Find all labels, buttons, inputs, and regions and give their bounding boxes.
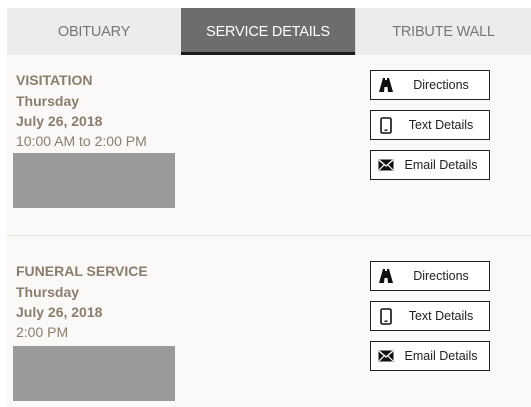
directions-label: Directions bbox=[413, 269, 469, 283]
tab-obituary[interactable]: OBITUARY bbox=[7, 8, 181, 55]
text-details-label: Text Details bbox=[408, 309, 474, 323]
service-tabs: OBITUARY SERVICE DETAILS TRIBUTE WALL bbox=[7, 8, 531, 55]
email-details-button[interactable]: Email Details bbox=[370, 341, 490, 371]
tab-tribute-wall[interactable]: TRIBUTE WALL bbox=[355, 8, 531, 55]
event-visitation: VISITATION Thursday July 26, 2018 10:00 … bbox=[16, 71, 147, 151]
envelope-icon bbox=[371, 151, 401, 179]
event-title: FUNERAL SERVICE bbox=[16, 263, 148, 279]
directions-label: Directions bbox=[413, 78, 469, 92]
event-title: VISITATION bbox=[16, 72, 93, 88]
event-date: July 26, 2018 bbox=[16, 113, 103, 129]
text-details-button[interactable]: Text Details bbox=[370, 110, 490, 140]
directions-button[interactable]: Directions bbox=[370, 70, 490, 100]
event-time: 2:00 PM bbox=[16, 324, 69, 340]
email-details-label: Email Details bbox=[404, 158, 478, 172]
image-placeholder bbox=[13, 346, 175, 401]
event-day: Thursday bbox=[16, 284, 80, 300]
road-icon bbox=[371, 71, 401, 99]
phone-icon bbox=[371, 111, 401, 139]
tab-service-details[interactable]: SERVICE DETAILS bbox=[181, 8, 355, 55]
road-icon bbox=[371, 262, 401, 290]
email-details-button[interactable]: Email Details bbox=[370, 150, 490, 180]
event-divider bbox=[7, 235, 531, 236]
email-details-label: Email Details bbox=[404, 349, 478, 363]
event-time: 10:00 AM to 2:00 PM bbox=[16, 133, 147, 149]
text-details-button[interactable]: Text Details bbox=[370, 301, 490, 331]
event-funeral-service: FUNERAL SERVICE Thursday July 26, 2018 2… bbox=[16, 262, 148, 342]
envelope-icon bbox=[371, 342, 401, 370]
event-date: July 26, 2018 bbox=[16, 304, 103, 320]
event-day: Thursday bbox=[16, 93, 80, 109]
text-details-label: Text Details bbox=[408, 118, 474, 132]
image-placeholder bbox=[13, 153, 175, 208]
phone-icon bbox=[371, 302, 401, 330]
directions-button[interactable]: Directions bbox=[370, 261, 490, 291]
